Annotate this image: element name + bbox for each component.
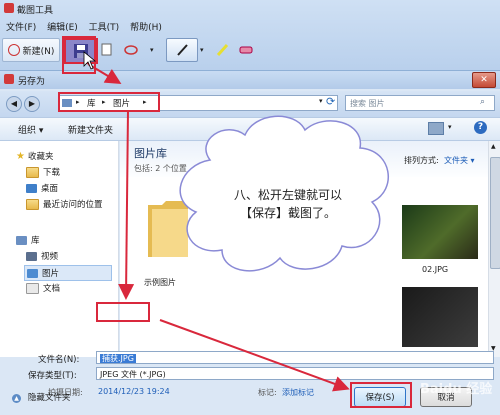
callout-line-1: 八、松开左键就可以 xyxy=(233,188,342,202)
callout-line-2: 【保存】截图了。 xyxy=(239,206,336,220)
watermark: Baidu 经验 xyxy=(420,382,493,397)
callout-text: 八、松开左键就可以 【保存】截图了。 xyxy=(198,186,378,222)
annotation-arrow xyxy=(159,319,350,392)
annotation-arrow xyxy=(118,109,135,300)
